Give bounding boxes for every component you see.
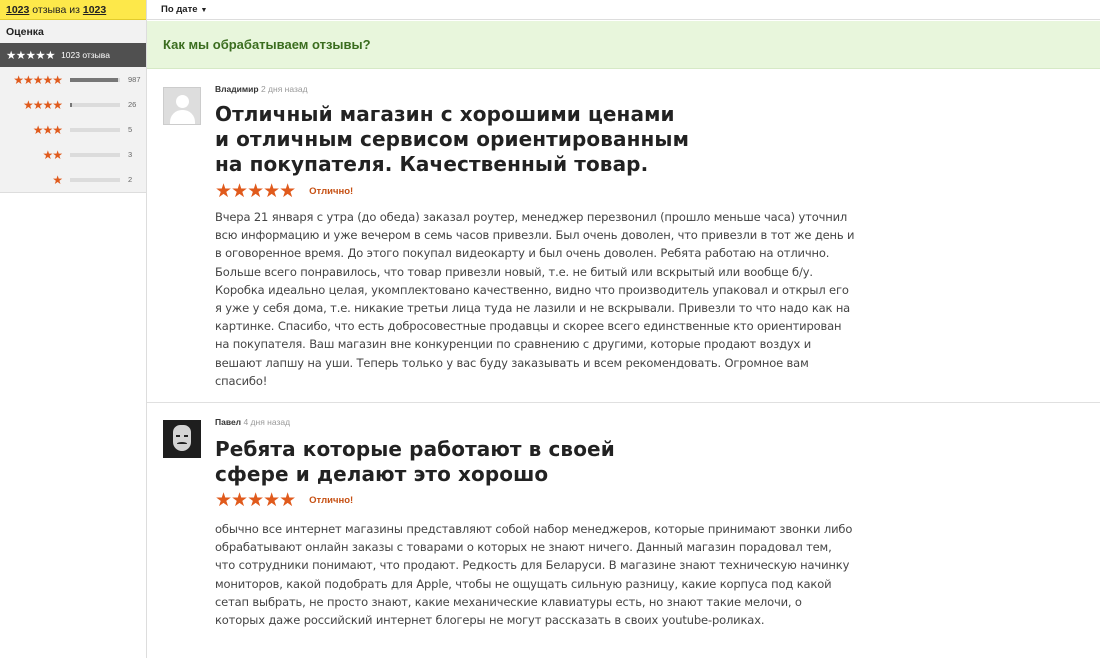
- review-verdict: Отлично!: [309, 186, 354, 197]
- mask-avatar-icon: [163, 420, 201, 458]
- rating-sidebar: 1023 отзыва из 1023 Оценка ★★★★★ 1023 от…: [0, 0, 147, 658]
- caret-down-icon: ▼: [200, 7, 208, 14]
- review-item: Павел 4 дня назад Ребята которые работаю…: [147, 404, 1100, 658]
- star-icons: ★★★★★: [6, 50, 56, 62]
- sort-bar: По дате ▼: [147, 0, 1100, 20]
- rating-count: 2: [128, 175, 133, 184]
- review-time: 2 дня назад: [260, 84, 308, 94]
- rating-bar: [70, 152, 120, 157]
- review-title: Ребята которые работают в своей сфере и …: [215, 437, 615, 486]
- rating-filter-1[interactable]: ★ 2: [0, 167, 146, 192]
- rating-count: 987: [128, 75, 141, 84]
- rating-count: 5: [128, 125, 133, 134]
- sort-dropdown-label: По дате: [161, 4, 198, 15]
- rating-filter-5[interactable]: ★★★★★ 987: [0, 67, 146, 92]
- review-text: Вчера 21 января с утра (до обеда) заказа…: [215, 210, 855, 388]
- rating-filter-title: Оценка: [6, 26, 44, 38]
- review-item: Владимир 2 дня назад Отличный магазин с …: [147, 69, 1100, 403]
- rating-bar: [70, 177, 120, 182]
- rating-filter: Оценка ★★★★★ 1023 отзыва ★★★★★ 987 ★★★★ …: [0, 20, 146, 193]
- review-text: обычно все интернет магазины представляю…: [215, 522, 853, 628]
- review-policy-banner[interactable]: Как мы обрабатываем отзывы?: [147, 21, 1100, 69]
- review-author-line: Владимир 2 дня назад: [215, 84, 308, 94]
- review-rating: ★★★★★ Отлично!: [215, 489, 353, 512]
- star-icons: ★★★★: [22, 97, 63, 112]
- review-count[interactable]: 1023: [6, 4, 29, 16]
- review-title: Отличный магазин с хорошими ценами и отл…: [215, 102, 690, 176]
- rating-count: 3: [128, 150, 133, 159]
- review-policy-link[interactable]: Как мы обрабатываем отзывы?: [163, 37, 371, 52]
- star-icons: ★★★★★: [215, 181, 296, 202]
- review-rating: ★★★★★ Отлично!: [215, 180, 353, 203]
- review-time: 4 дня назад: [243, 417, 291, 427]
- star-icons: ★: [52, 172, 63, 187]
- star-icons: ★★★★★: [215, 490, 296, 511]
- default-avatar-icon: [163, 87, 201, 125]
- review-count-header: 1023 отзыва из 1023: [0, 0, 146, 20]
- star-icons: ★★: [42, 147, 63, 162]
- reviews-main: По дате ▼ Как мы обрабатываем отзывы? Вла…: [147, 0, 1100, 658]
- review-count-separator: отзыва из: [29, 4, 83, 16]
- rating-count: 26: [128, 100, 137, 109]
- rating-filter-2[interactable]: ★★ 3: [0, 142, 146, 167]
- rating-filter-all-label: 1023 отзыва: [61, 50, 110, 60]
- review-verdict: Отлично!: [309, 495, 354, 506]
- sort-dropdown[interactable]: По дате ▼: [161, 4, 207, 15]
- rating-filter-4[interactable]: ★★★★ 26: [0, 92, 146, 117]
- rating-bar-fill: [70, 102, 72, 107]
- star-icons: ★★★: [32, 122, 63, 137]
- rating-bar-fill: [70, 77, 118, 82]
- rating-filter-3[interactable]: ★★★ 5: [0, 117, 146, 142]
- review-author-line: Павел 4 дня назад: [215, 417, 290, 427]
- review-total[interactable]: 1023: [83, 4, 106, 16]
- rating-bar: [70, 77, 120, 82]
- review-author: Владимир: [215, 84, 259, 94]
- rating-bar: [70, 127, 120, 132]
- review-author: Павел: [215, 417, 242, 427]
- star-icons: ★★★★★: [13, 72, 63, 87]
- rating-bar: [70, 102, 120, 107]
- rating-filter-all[interactable]: ★★★★★ 1023 отзыва: [0, 43, 146, 67]
